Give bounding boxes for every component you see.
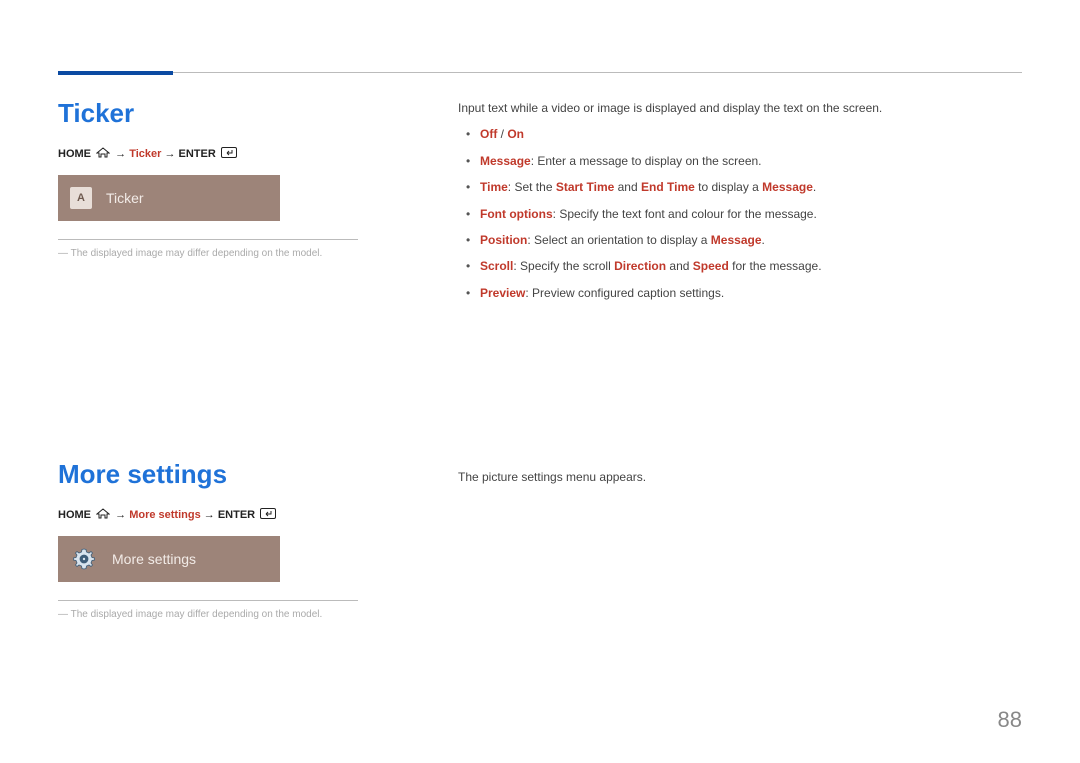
preview-key: Preview <box>480 286 525 300</box>
off-label: Off <box>480 127 497 141</box>
ticker-tile-label: Ticker <box>106 190 144 206</box>
header-rule-thin <box>58 72 1022 73</box>
ticker-right-column: Input text while a video or image is dis… <box>418 98 1022 309</box>
position-dot: . <box>762 233 765 247</box>
scroll-direction: Direction <box>614 259 666 273</box>
scroll-mid: and <box>666 259 693 273</box>
breadcrumb-enter: ENTER <box>179 148 216 160</box>
ticker-title: Ticker <box>58 98 418 129</box>
time-key: Time <box>480 180 508 194</box>
header-rule <box>58 72 1022 73</box>
section-gap <box>58 309 1022 419</box>
bullet-font: Font options: Specify the text font and … <box>458 204 1022 224</box>
breadcrumb-home: HOME <box>58 509 91 521</box>
ticker-breadcrumb: HOME → Ticker → ENTER <box>58 147 418 161</box>
time-message: Message <box>762 180 813 194</box>
position-message: Message <box>711 233 762 247</box>
time-mid: and <box>614 180 641 194</box>
ticker-note: ― The displayed image may differ dependi… <box>58 248 418 259</box>
bullet-preview: Preview: Preview configured caption sett… <box>458 283 1022 303</box>
scroll-pre: : Specify the scroll <box>513 259 614 273</box>
message-key: Message <box>480 154 531 168</box>
position-pre: : Select an orientation to display a <box>527 233 710 247</box>
note-divider <box>58 600 358 601</box>
more-note-text: The displayed image may differ depending… <box>71 609 323 620</box>
breadcrumb-more: More settings <box>129 509 201 521</box>
home-icon <box>96 508 110 522</box>
header-rule-thick <box>58 71 173 75</box>
note-divider <box>58 239 358 240</box>
ticker-tile: A Ticker <box>58 175 280 221</box>
ticker-note-text: The displayed image may differ depending… <box>71 248 323 259</box>
more-tile: More settings <box>58 536 280 582</box>
breadcrumb-arrow: → <box>115 148 126 160</box>
more-title: More settings <box>58 459 418 490</box>
scroll-key: Scroll <box>480 259 513 273</box>
home-icon <box>96 147 110 161</box>
section-ticker: Ticker HOME → Ticker → ENTER A Ticker ― … <box>58 98 1022 309</box>
font-key: Font options <box>480 207 553 221</box>
font-text: : Specify the text font and colour for t… <box>553 207 817 221</box>
more-body: The picture settings menu appears. <box>458 467 1022 487</box>
breadcrumb-enter: ENTER <box>218 509 255 521</box>
more-right-column: The picture settings menu appears. <box>418 459 1022 620</box>
more-tile-label: More settings <box>112 551 196 567</box>
scroll-speed: Speed <box>693 259 729 273</box>
section-more-settings: More settings HOME → More settings → ENT… <box>58 459 1022 620</box>
more-left-column: More settings HOME → More settings → ENT… <box>58 459 418 620</box>
ticker-bullet-list: Off / On Message: Enter a message to dis… <box>458 124 1022 303</box>
bullet-off-on: Off / On <box>458 124 1022 144</box>
page-number: 88 <box>998 707 1022 733</box>
breadcrumb-arrow: → <box>204 509 215 521</box>
start-time: Start Time <box>556 180 614 194</box>
time-pre: : Set the <box>508 180 556 194</box>
bullet-scroll: Scroll: Specify the scroll Direction and… <box>458 256 1022 276</box>
gear-icon <box>70 545 98 573</box>
enter-icon <box>221 147 237 161</box>
ticker-tile-letter: A <box>70 187 92 209</box>
off-on-slash: / <box>497 127 507 141</box>
bullet-message: Message: Enter a message to display on t… <box>458 151 1022 171</box>
preview-text: : Preview configured caption settings. <box>525 286 724 300</box>
time-post: to display a <box>695 180 762 194</box>
message-text: : Enter a message to display on the scre… <box>531 154 762 168</box>
breadcrumb-home: HOME <box>58 148 91 160</box>
page: Ticker HOME → Ticker → ENTER A Ticker ― … <box>0 0 1080 763</box>
more-note: ― The displayed image may differ dependi… <box>58 609 418 620</box>
breadcrumb-arrow: → <box>164 148 175 160</box>
enter-icon <box>260 508 276 522</box>
breadcrumb-ticker: Ticker <box>129 148 161 160</box>
position-key: Position <box>480 233 527 247</box>
bullet-time: Time: Set the Start Time and End Time to… <box>458 177 1022 197</box>
time-dot: . <box>813 180 816 194</box>
bullet-position: Position: Select an orientation to displ… <box>458 230 1022 250</box>
scroll-post: for the message. <box>729 259 822 273</box>
on-label: On <box>507 127 524 141</box>
end-time: End Time <box>641 180 695 194</box>
ticker-left-column: Ticker HOME → Ticker → ENTER A Ticker ― … <box>58 98 418 309</box>
more-breadcrumb: HOME → More settings → ENTER <box>58 508 418 522</box>
breadcrumb-arrow: → <box>115 509 126 521</box>
ticker-intro: Input text while a video or image is dis… <box>458 98 1022 118</box>
